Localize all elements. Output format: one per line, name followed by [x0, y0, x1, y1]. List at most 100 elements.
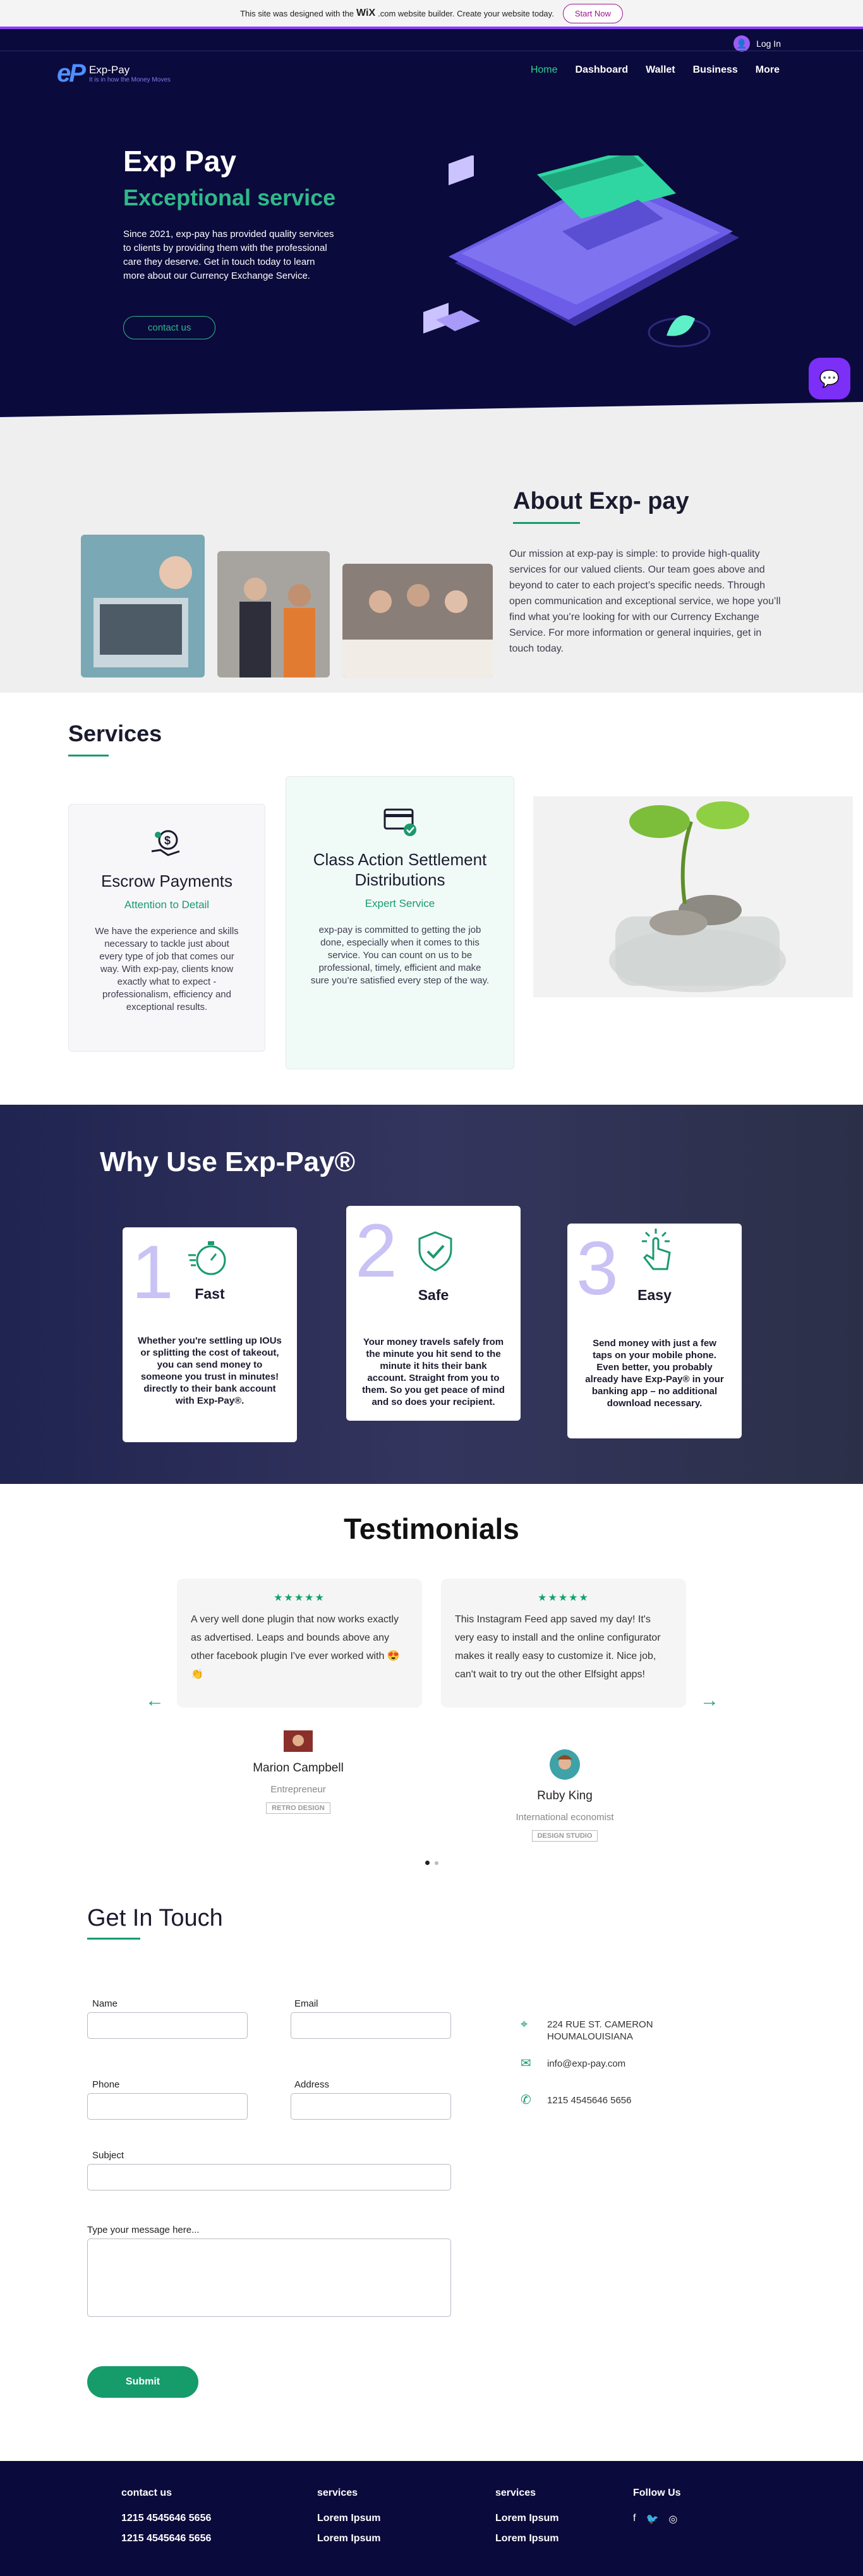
testimonial-card: ★★★★★ This Instagram Feed app saved my d…	[441, 1579, 686, 1708]
money-hand-icon: $	[151, 830, 180, 856]
testimonial-text: A very well done plugin that now works e…	[191, 1614, 400, 1680]
why-number: 1	[131, 1230, 174, 1315]
about-gallery	[81, 535, 493, 677]
start-now-button[interactable]: Start Now	[562, 3, 623, 23]
why-card-fast: 1 Fast Whether you're settling up IOUs o…	[123, 1227, 297, 1442]
subject-label: Subject	[92, 2150, 124, 2161]
prev-arrow-icon[interactable]: ←	[145, 1690, 164, 1711]
carousel-dot[interactable]	[425, 1861, 430, 1865]
rating-stars: ★★★★★	[538, 1593, 589, 1603]
brand-logo[interactable]: eP Exp-Pay It is in how the Money Moves	[57, 59, 171, 88]
about-text: Our mission at exp-pay is simple: to pro…	[509, 549, 781, 654]
contact-us-button[interactable]: contact us	[123, 316, 216, 339]
rating-stars: ★★★★★	[274, 1593, 325, 1603]
brand-tagline: It is in how the Money Moves	[88, 76, 171, 83]
contact-title: Get In Touch	[87, 1905, 223, 1931]
follow-us-heading: Follow Us	[633, 2488, 681, 2498]
phone-icon: ✆	[521, 2093, 531, 2107]
footer-heading: services	[495, 2488, 536, 2498]
mail-icon: ✉	[521, 2057, 531, 2070]
wix-banner-text-2: .com website builder. Create your websit…	[378, 8, 554, 18]
author-name: Marion Campbell	[253, 1761, 344, 1775]
footer: contact us 1215 4545646 5656 1215 454564…	[0, 2461, 863, 2576]
carousel-dot[interactable]	[434, 1861, 438, 1865]
submit-button[interactable]: Submit	[87, 2366, 198, 2398]
wix-banner-text: This site was designed with the	[240, 8, 354, 18]
services-underline	[68, 755, 109, 756]
subject-field[interactable]	[87, 2164, 451, 2190]
email-text: info@exp-pay.com	[547, 2058, 626, 2069]
footer-heading: services	[317, 2488, 358, 2498]
contact-underline	[87, 1938, 140, 1940]
why-card-title: Safe	[418, 1287, 449, 1303]
instagram-icon[interactable]: ◎	[668, 2513, 677, 2525]
footer-social: Follow Us f 🐦 ◎	[633, 2488, 681, 2525]
wix-logo: WiX	[356, 8, 376, 18]
service-title: Class Action Settlement Distributions	[313, 850, 487, 889]
why-card-easy: 3 Easy Send money with just a few taps o…	[567, 1224, 742, 1438]
twitter-icon[interactable]: 🐦	[646, 2513, 658, 2525]
service-subtitle: Expert Service	[365, 897, 435, 909]
svg-text:$: $	[164, 834, 171, 847]
brand-name: Exp-Pay	[88, 64, 130, 76]
nav-home[interactable]: Home	[531, 64, 558, 76]
email-field[interactable]	[291, 2012, 451, 2039]
shield-check-icon	[418, 1231, 452, 1272]
contact-email[interactable]: ✉ info@exp-pay.com	[521, 2057, 626, 2070]
name-field[interactable]	[87, 2012, 248, 2039]
chat-icon[interactable]: 💬	[809, 358, 850, 399]
hero-text: Since 2021, exp-pay has provided quality…	[123, 229, 334, 281]
company-logo: DESIGN STUDIO	[531, 1830, 598, 1842]
social-icons: f 🐦 ◎	[633, 2513, 681, 2525]
address-field[interactable]	[291, 2093, 451, 2120]
testimonial-author: Marion Campbell Entrepreneur RETRO DESIG…	[216, 1730, 380, 1814]
nav-business[interactable]: Business	[693, 64, 738, 76]
footer-column-contact: contact us 1215 4545646 5656 1215 454564…	[121, 2488, 211, 2553]
why-number: 2	[355, 1208, 397, 1293]
testimonials-title: Testimonials	[344, 1512, 519, 1545]
next-arrow-icon[interactable]: →	[700, 1690, 719, 1711]
footer-link[interactable]: Lorem Ipsum	[495, 2533, 558, 2544]
message-field[interactable]	[87, 2239, 451, 2317]
why-card-text: Send money with just a few taps on your …	[585, 1338, 724, 1409]
footer-link[interactable]: Lorem Ipsum	[317, 2513, 380, 2524]
hero-subtitle: Exceptional service	[123, 185, 336, 210]
nav-dashboard[interactable]: Dashboard	[576, 64, 629, 76]
footer-link[interactable]: 1215 4545646 5656	[121, 2533, 211, 2544]
name-label: Name	[92, 1998, 118, 2009]
avatar	[550, 1749, 580, 1780]
author-name: Ruby King	[537, 1789, 593, 1802]
laptop-photo	[81, 535, 205, 677]
contact-phone[interactable]: ✆ 1215 4545646 5656	[521, 2094, 631, 2106]
footer-link[interactable]: 1215 4545646 5656	[121, 2513, 211, 2524]
login-label: Log In	[756, 39, 781, 49]
message-label: Type your message here...	[87, 2225, 200, 2235]
testimonial-card: ★★★★★ A very well done plugin that now w…	[177, 1579, 422, 1708]
facebook-icon[interactable]: f	[633, 2513, 636, 2525]
about-underline	[513, 522, 580, 524]
tap-hand-icon	[642, 1229, 671, 1270]
hero-illustration	[423, 155, 739, 348]
contact-address: ⌖ 224 RUE ST. CAMERON HOUMALOUISIANA	[521, 2017, 680, 2043]
location-pin-icon: ⌖	[521, 2017, 528, 2031]
address-text: 224 RUE ST. CAMERON HOUMALOUISIANA	[547, 2019, 653, 2042]
phone-field[interactable]	[87, 2093, 248, 2120]
service-text: exp-pay is committed to getting the job …	[310, 925, 490, 986]
service-card-class-action[interactable]: Class Action Settlement Distributions Ex…	[286, 776, 514, 1069]
hero-section: 👤 Log In eP Exp-Pay It is in how the Mon…	[0, 29, 863, 427]
testimonial-text: This Instagram Feed app saved my day! It…	[455, 1614, 661, 1680]
footer-link[interactable]: Lorem Ipsum	[495, 2513, 558, 2524]
nav-wallet[interactable]: Wallet	[646, 64, 675, 76]
nav-more[interactable]: More	[756, 64, 780, 76]
service-card-escrow[interactable]: $ Escrow Payments Attention to Detail We…	[68, 804, 265, 1052]
main-nav: Home Dashboard Wallet Business More	[531, 64, 780, 76]
login-link[interactable]: 👤 Log In	[733, 35, 781, 52]
why-title: Why Use Exp-Pay®	[100, 1146, 356, 1177]
footer-link[interactable]: Lorem Ipsum	[317, 2533, 380, 2544]
office-photo	[342, 564, 493, 677]
user-avatar-icon: 👤	[733, 35, 751, 52]
about-title: About Exp- pay	[513, 488, 689, 514]
address-label: Address	[294, 2079, 330, 2090]
coins-plant-photo	[533, 796, 853, 997]
phone-text: 1215 4545646 5656	[547, 2095, 632, 2106]
